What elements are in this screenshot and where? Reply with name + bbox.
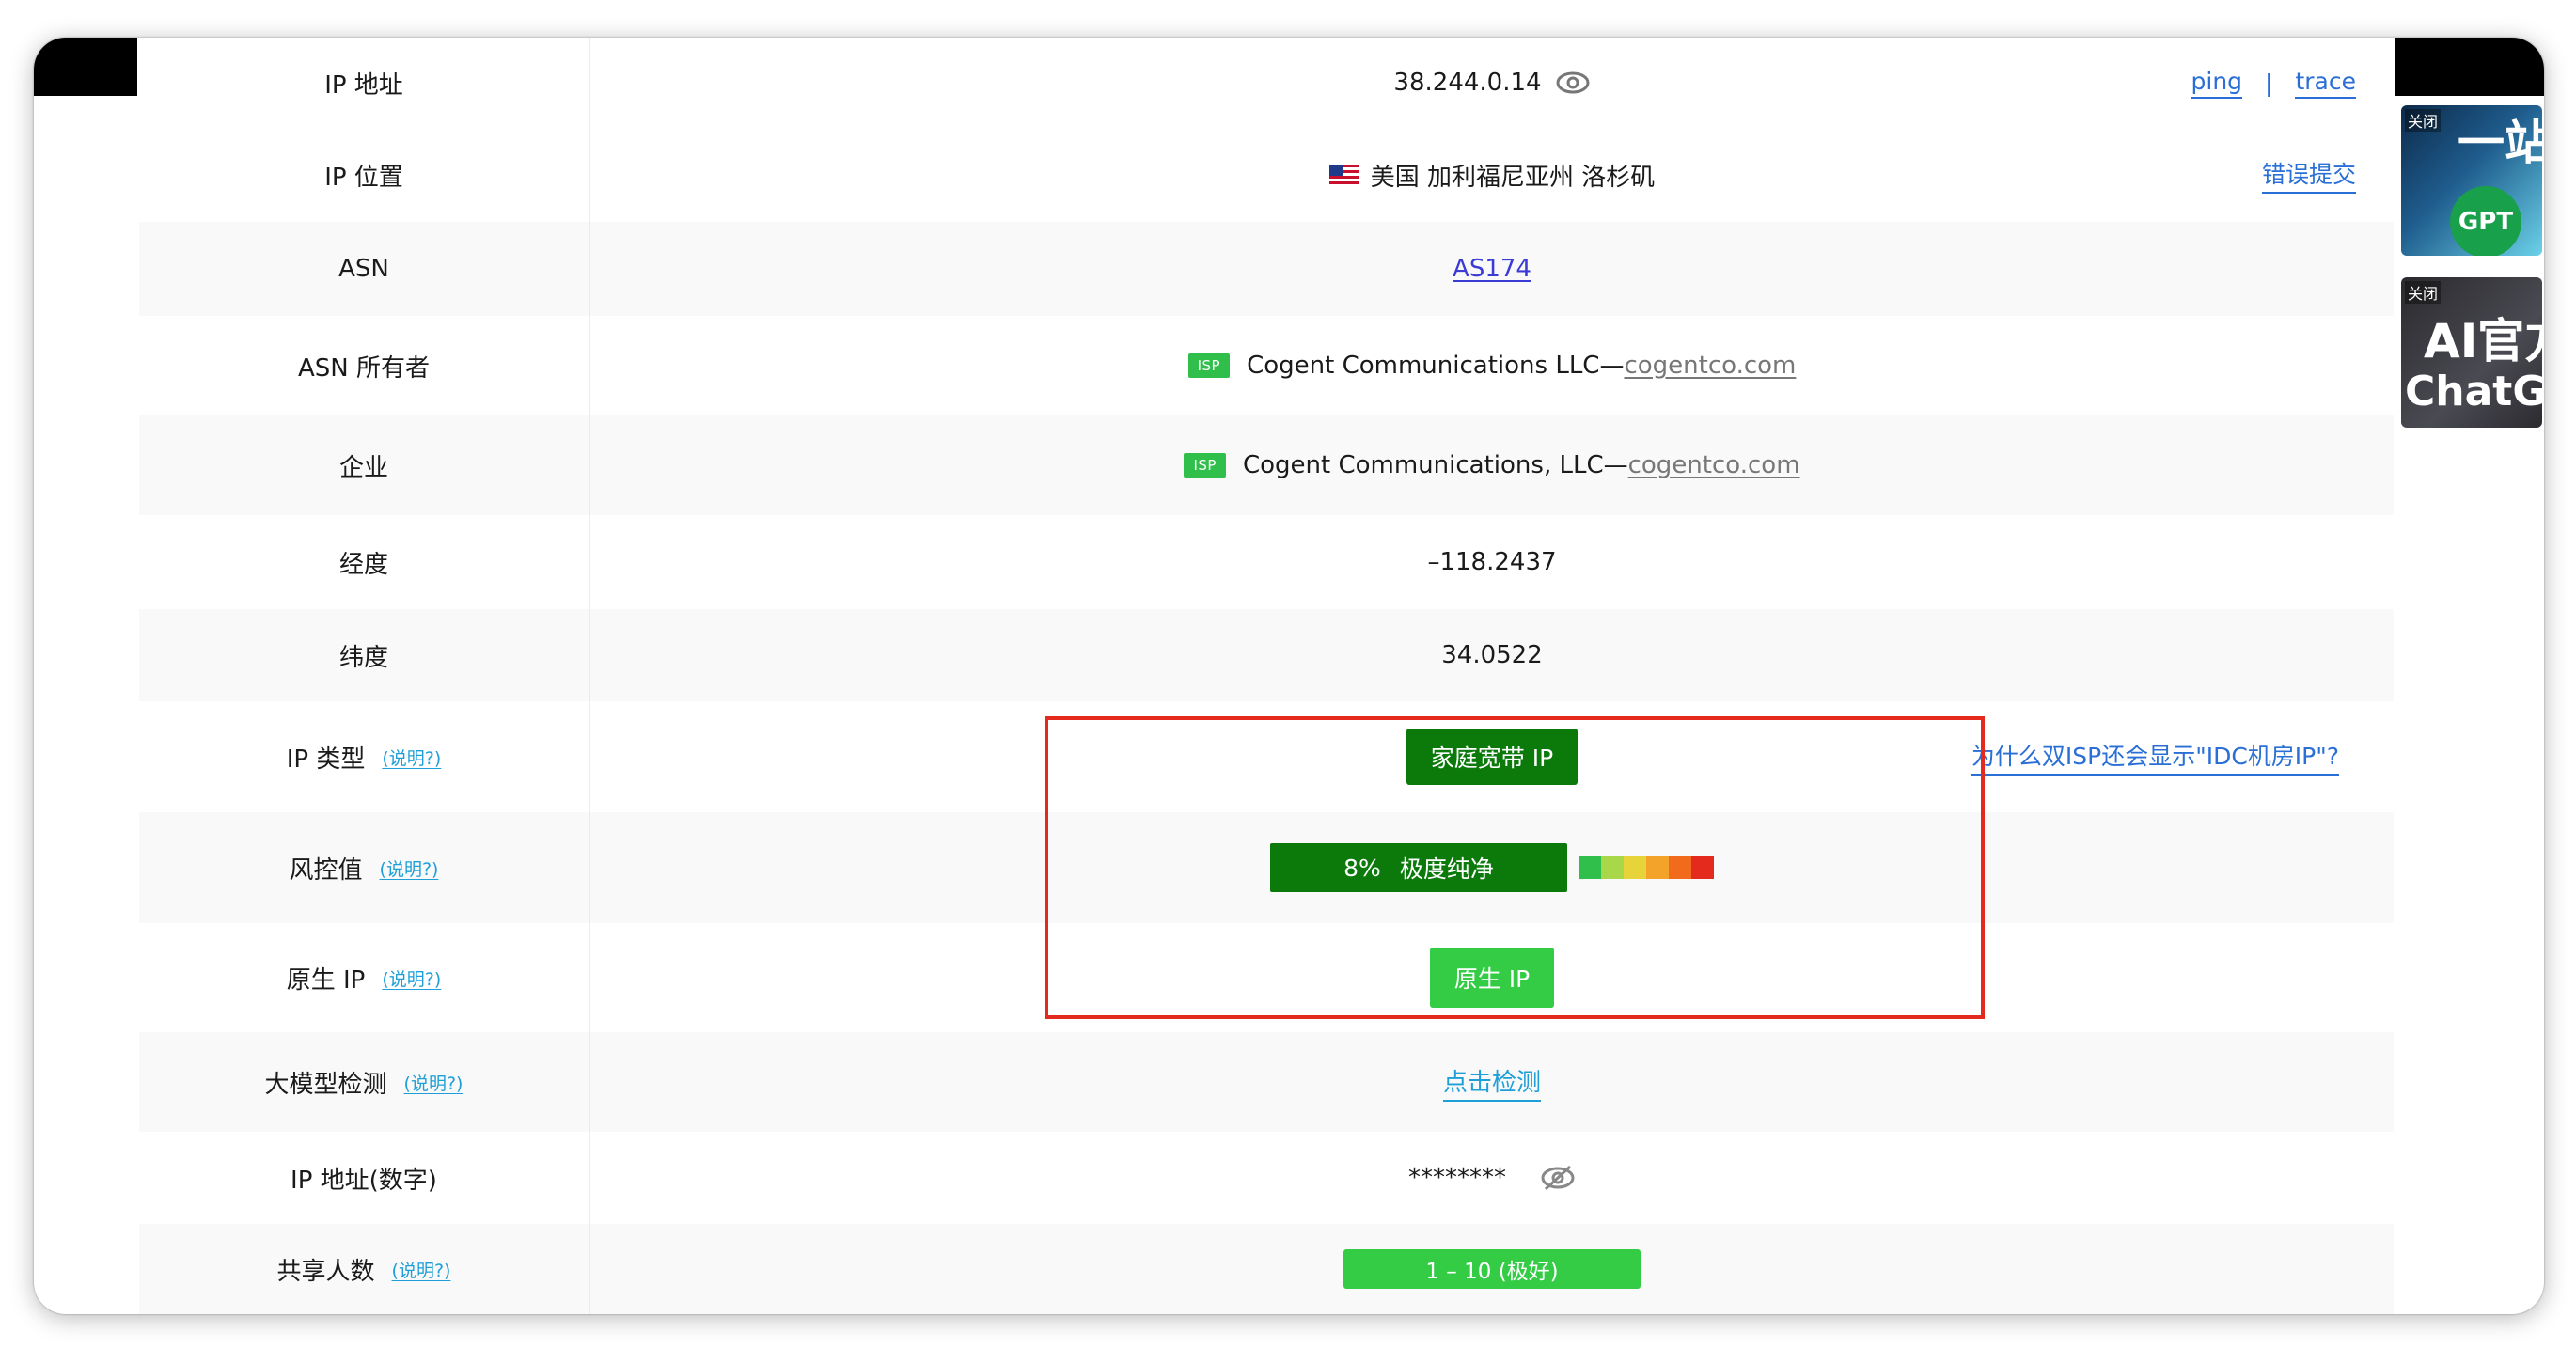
row-asn-owner: ASN 所有者 ISP Cogent Communications LLC— c… (139, 316, 2394, 417)
ad-headline: 一站式 (2458, 116, 2542, 170)
label-risk-score: 风控值 (说明?) (139, 812, 589, 923)
row-longitude: 经度 –118.2437 (139, 515, 2394, 611)
us-flag-icon (1328, 165, 1359, 185)
risk-score-badge: 8% 极度纯净 (1270, 843, 1567, 892)
value-native-ip: 原生 IP (590, 923, 2394, 1032)
value-risk-score: 8% 极度纯净 (590, 812, 2394, 923)
risk-scale-segment (1624, 856, 1646, 879)
native-ip-help-link[interactable]: (说明?) (382, 965, 441, 991)
value-shared-users: 1 – 10 (极好) (590, 1224, 2394, 1314)
dark-overlay-left (34, 38, 137, 96)
row-ip-numeric: IP 地址(数字) ******** (139, 1132, 2394, 1226)
risk-scale-segment (1646, 856, 1669, 879)
risk-color-scale (1579, 856, 1714, 879)
asn-link[interactable]: AS174 (1453, 255, 1531, 283)
ip-type-help-link[interactable]: (说明?) (382, 745, 441, 770)
asn-owner-domain-link[interactable]: cogentco.com (1624, 352, 1796, 380)
risk-help-link[interactable]: (说明?) (380, 855, 439, 881)
risk-scale-segment (1601, 856, 1624, 879)
eye-icon[interactable] (1555, 71, 1591, 95)
ping-link[interactable]: ping (2191, 68, 2243, 99)
risk-scale-segment (1669, 856, 1691, 879)
row-ip-address: IP 地址 38.244.0.14 ping | trace (139, 38, 2394, 130)
isp-badge: ISP (1187, 353, 1231, 378)
ad-close-button[interactable]: 关闭 (2405, 109, 2442, 132)
label-asn-owner: ASN 所有者 (297, 353, 430, 383)
shared-users-label-text: 共享人数 (276, 1257, 375, 1286)
ad-line-1: AI官方 (2424, 314, 2542, 368)
why-idc-link-wrap: 为什么双ISP还会显示"IDC机房IP"? (1971, 701, 2339, 812)
report-link-wrap: 错误提交 (2261, 128, 2356, 222)
dark-overlay-right (2395, 38, 2544, 96)
click-detect-link[interactable]: 点击检测 (1442, 1063, 1541, 1102)
row-llm-check: 大模型检测 (说明?) 点击检测 (139, 1032, 2394, 1134)
shared-users-help-link[interactable]: (说明?) (392, 1257, 451, 1282)
enterprise-domain-link[interactable]: cogentco.com (1628, 451, 1800, 479)
label-ip-type: IP 类型 (说明?) (139, 701, 589, 812)
ad-line-2: ChatGPT (2405, 368, 2542, 415)
risk-percent: 8% (1343, 854, 1381, 882)
ip-type-badge: 家庭宽带 IP (1406, 729, 1579, 785)
enterprise-name: Cogent Communications, LLC— (1242, 451, 1628, 479)
ip-type-label-text: IP 类型 (286, 745, 366, 774)
ip-tools-links: ping | trace (2191, 38, 2356, 128)
value-asn: AS174 (590, 222, 2394, 316)
value-enterprise: ISP Cogent Communications, LLC— cogentco… (590, 415, 2394, 515)
report-error-link[interactable]: 错误提交 (2261, 156, 2356, 194)
native-ip-label-text: 原生 IP (286, 965, 366, 995)
risk-scale-segment (1579, 856, 1601, 879)
ad-banner-gpt[interactable]: 关闭 一站式 GPT (2401, 105, 2542, 256)
label-asn: ASN (338, 255, 389, 283)
location-text: 美国 加利福尼亚州 洛杉矶 (1370, 163, 1656, 192)
row-latitude: 纬度 34.0522 (139, 609, 2394, 703)
row-ip-location: IP 位置 美国 加利福尼亚州 洛杉矶 错误提交 (139, 128, 2394, 224)
ip-numeric-masked: ******** (1408, 1164, 1506, 1192)
label-native-ip: 原生 IP (说明?) (139, 923, 589, 1032)
llm-check-label-text: 大模型检测 (264, 1070, 387, 1099)
row-shared-users: 共享人数 (说明?) 1 – 10 (极好) (139, 1224, 2394, 1314)
value-asn-owner: ISP Cogent Communications LLC— cogentco.… (590, 316, 2394, 415)
eye-slash-icon[interactable] (1540, 1164, 1576, 1192)
risk-meter: 8% 极度纯净 (1270, 843, 1714, 892)
ad-banner-chatgpt[interactable]: 关闭 AI官方 ChatGPT (2401, 277, 2542, 428)
label-latitude: 纬度 (338, 643, 388, 672)
gpt-logo-icon: GPT (2450, 186, 2521, 256)
row-risk-score: 风控值 (说明?) 8% 极度纯净 (139, 812, 2394, 925)
shared-users-badge: 1 – 10 (极好) (1343, 1249, 1641, 1289)
risk-label-text: 风控值 (289, 855, 363, 885)
link-separator: | (2265, 69, 2273, 97)
trace-link[interactable]: trace (2295, 68, 2356, 99)
ad-close-button[interactable]: 关闭 (2405, 281, 2442, 304)
isp-badge: ISP (1184, 453, 1226, 478)
label-llm-check: 大模型检测 (说明?) (139, 1032, 589, 1132)
risk-scale-segment (1691, 856, 1714, 879)
risk-text: 极度纯净 (1399, 855, 1494, 883)
row-ip-type: IP 类型 (说明?) 家庭宽带 IP 为什么双ISP还会显示"IDC机房IP"… (139, 701, 2394, 814)
row-native-ip: 原生 IP (说明?) 原生 IP (139, 923, 2394, 1034)
llm-check-help-link[interactable]: (说明?) (404, 1070, 463, 1095)
asn-owner-name: Cogent Communications LLC— (1247, 352, 1625, 380)
label-enterprise: 企业 (338, 453, 388, 482)
why-idc-link[interactable]: 为什么双ISP还会显示"IDC机房IP"? (1971, 738, 2339, 776)
row-asn: ASN AS174 (139, 222, 2394, 318)
value-ip-numeric: ******** (590, 1132, 2394, 1224)
browser-window: IP 地址 38.244.0.14 ping | trace IP 位置 美国 … (34, 38, 2544, 1314)
ip-info-table: IP 地址 38.244.0.14 ping | trace IP 位置 美国 … (139, 38, 2394, 1314)
native-ip-badge: 原生 IP (1429, 948, 1555, 1008)
value-ip-address: 38.244.0.14 (590, 38, 2394, 128)
label-ip-location: IP 位置 (324, 163, 403, 192)
value-longitude: –118.2437 (1427, 548, 1557, 576)
ip-address-text: 38.244.0.14 (1393, 69, 1542, 97)
label-ip-address: IP 地址 (324, 71, 403, 100)
value-latitude: 34.0522 (1441, 641, 1543, 669)
row-enterprise: 企业 ISP Cogent Communications, LLC— cogen… (139, 415, 2394, 517)
label-longitude: 经度 (338, 550, 388, 579)
label-ip-numeric: IP 地址(数字) (291, 1166, 437, 1195)
label-shared-users: 共享人数 (说明?) (139, 1224, 589, 1314)
value-llm-check: 点击检测 (590, 1032, 2394, 1132)
value-ip-location: 美国 加利福尼亚州 洛杉矶 (590, 128, 2394, 222)
